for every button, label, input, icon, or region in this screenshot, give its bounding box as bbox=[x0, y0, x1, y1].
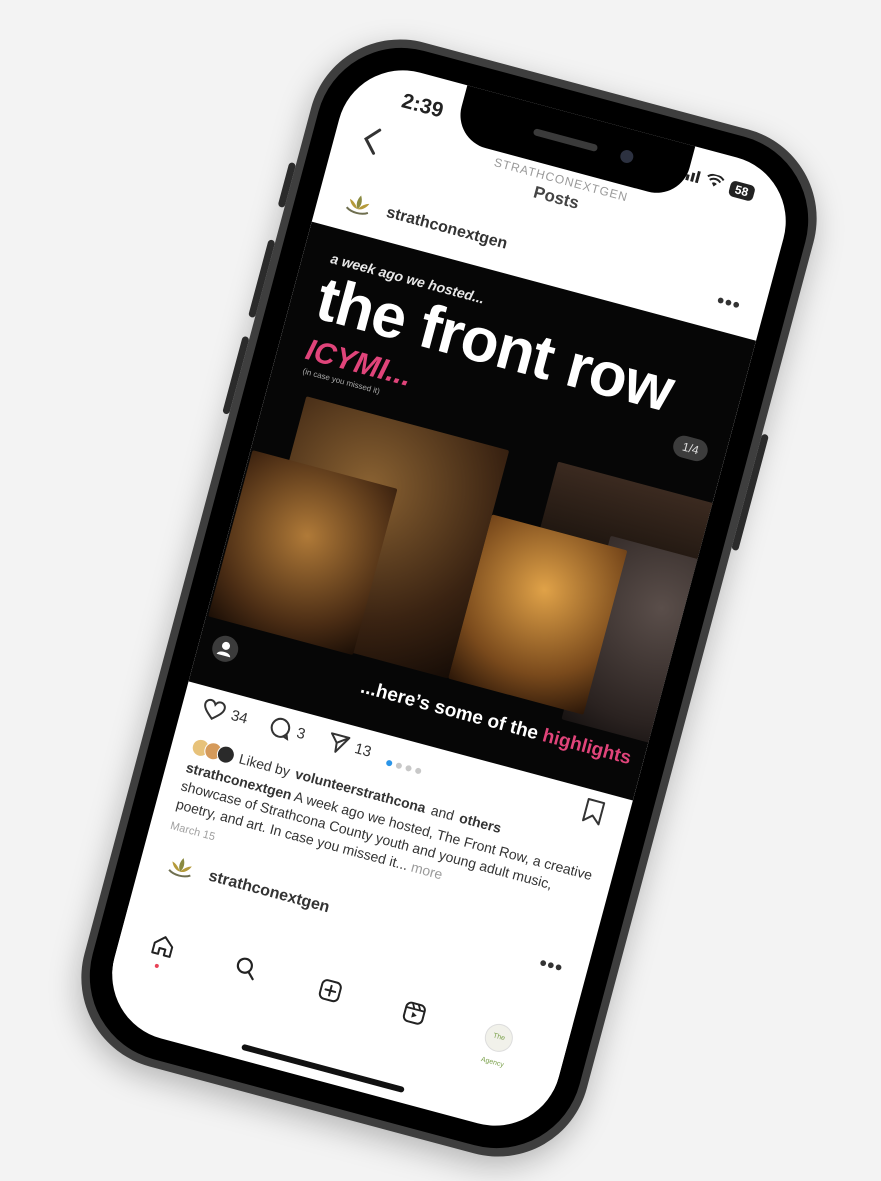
speaker-grille bbox=[532, 128, 599, 152]
battery-indicator: 58 bbox=[727, 179, 756, 202]
liked-by-joiner: and bbox=[429, 801, 457, 824]
comment-button[interactable]: 3 bbox=[267, 714, 308, 745]
ellipsis-icon: ••• bbox=[536, 952, 566, 980]
tab-reels[interactable] bbox=[398, 998, 429, 1032]
wifi-icon bbox=[703, 172, 725, 194]
front-camera bbox=[618, 148, 635, 165]
notification-dot bbox=[154, 963, 160, 969]
share-button[interactable]: 13 bbox=[325, 730, 374, 763]
carousel-dot bbox=[414, 767, 422, 775]
reels-icon bbox=[402, 1001, 426, 1025]
like-count: 34 bbox=[229, 706, 250, 728]
search-icon bbox=[236, 957, 254, 981]
tab-create[interactable] bbox=[314, 976, 345, 1010]
post-date: March 15 bbox=[169, 819, 217, 844]
next-post-more-button[interactable]: ••• bbox=[537, 952, 566, 980]
tab-profile[interactable]: The Agency bbox=[480, 1020, 516, 1069]
next-post-avatar[interactable] bbox=[160, 846, 203, 888]
create-icon bbox=[318, 979, 342, 1003]
phone-screen: 2:39 58 STRATHCONEXTGEN Posts strathcone… bbox=[97, 55, 801, 1141]
phone-body: 2:39 58 STRATHCONEXTGEN Posts strathcone… bbox=[70, 28, 828, 1168]
tab-home[interactable] bbox=[147, 931, 178, 969]
tab-search[interactable] bbox=[230, 953, 261, 987]
save-button[interactable] bbox=[578, 796, 607, 832]
home-indicator bbox=[241, 1043, 405, 1094]
tagged-users-button[interactable] bbox=[209, 632, 242, 665]
status-time: 2:39 bbox=[399, 89, 446, 123]
send-icon bbox=[330, 732, 351, 753]
person-icon bbox=[216, 641, 231, 658]
comment-count: 3 bbox=[294, 724, 308, 743]
comment-icon bbox=[270, 717, 291, 741]
next-post-username[interactable]: strathconextgen bbox=[206, 868, 332, 918]
avatar[interactable] bbox=[338, 183, 380, 226]
page-indicator: 1/4 bbox=[670, 433, 711, 464]
like-button[interactable]: 34 bbox=[200, 696, 251, 729]
lotus-logo-icon bbox=[168, 858, 192, 878]
ellipsis-icon: ••• bbox=[714, 289, 744, 318]
carousel-dot bbox=[404, 764, 413, 773]
more-options-button[interactable]: ••• bbox=[714, 290, 743, 318]
carousel-dot bbox=[395, 762, 403, 770]
bookmark-icon bbox=[582, 798, 606, 826]
carousel-dot bbox=[385, 759, 393, 767]
heart-icon bbox=[204, 698, 226, 720]
share-count: 13 bbox=[352, 739, 374, 761]
phone-frame: 2:39 58 STRATHCONEXTGEN Posts strathcone… bbox=[60, 18, 838, 1178]
home-icon bbox=[151, 936, 174, 958]
lotus-logo-icon bbox=[345, 195, 370, 215]
carousel-dots bbox=[385, 759, 422, 775]
status-icons: 58 bbox=[679, 166, 756, 203]
profile-avatar: The Agency bbox=[480, 1020, 516, 1069]
